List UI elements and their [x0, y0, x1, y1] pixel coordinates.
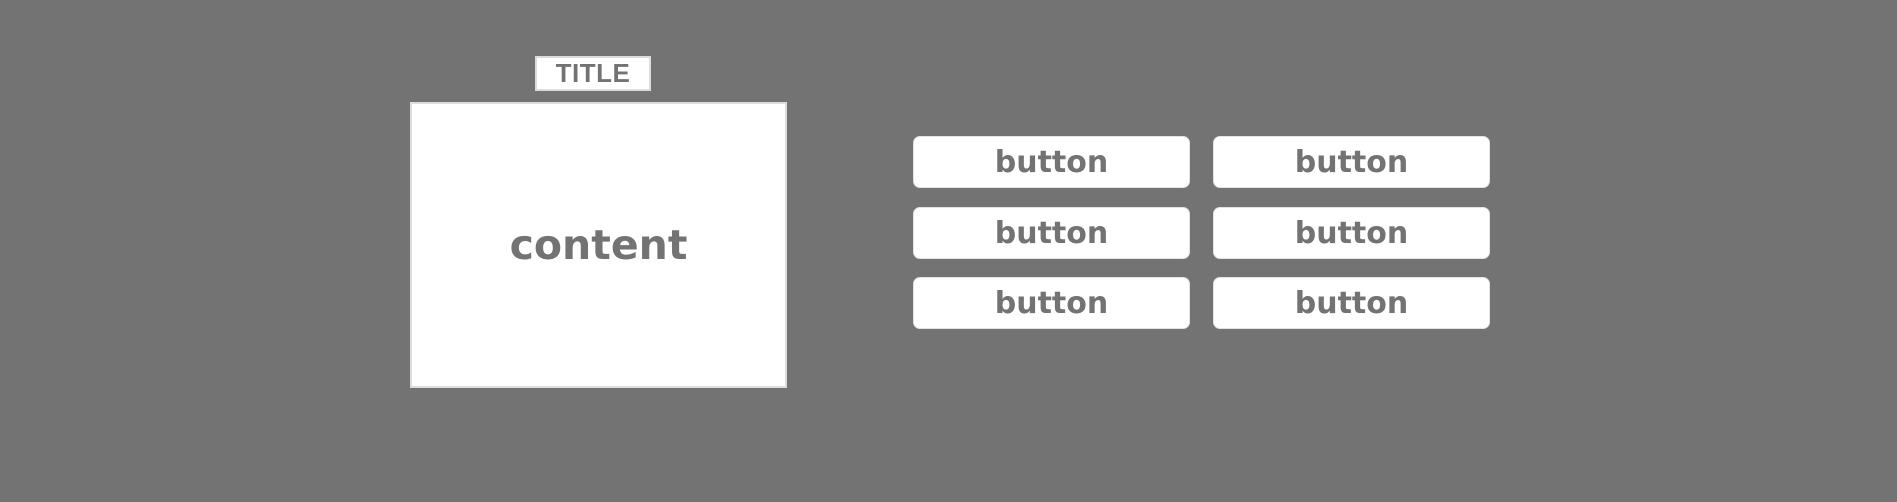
content-label: content [509, 221, 688, 269]
panel-title: TITLE [535, 56, 651, 91]
button-3[interactable]: button [913, 207, 1190, 259]
button-1-label: button [994, 144, 1109, 180]
button-6-label: button [1294, 285, 1409, 321]
button-1[interactable]: button [913, 136, 1190, 188]
button-5[interactable]: button [913, 277, 1190, 329]
panel-title-label: TITLE [555, 58, 631, 88]
button-5-label: button [994, 285, 1109, 321]
button-2-label: button [1294, 144, 1409, 180]
button-4-label: button [1294, 215, 1409, 251]
button-4[interactable]: button [1213, 207, 1490, 259]
button-6[interactable]: button [1213, 277, 1490, 329]
content-panel: content [410, 102, 787, 388]
button-2[interactable]: button [1213, 136, 1490, 188]
button-3-label: button [994, 215, 1109, 251]
